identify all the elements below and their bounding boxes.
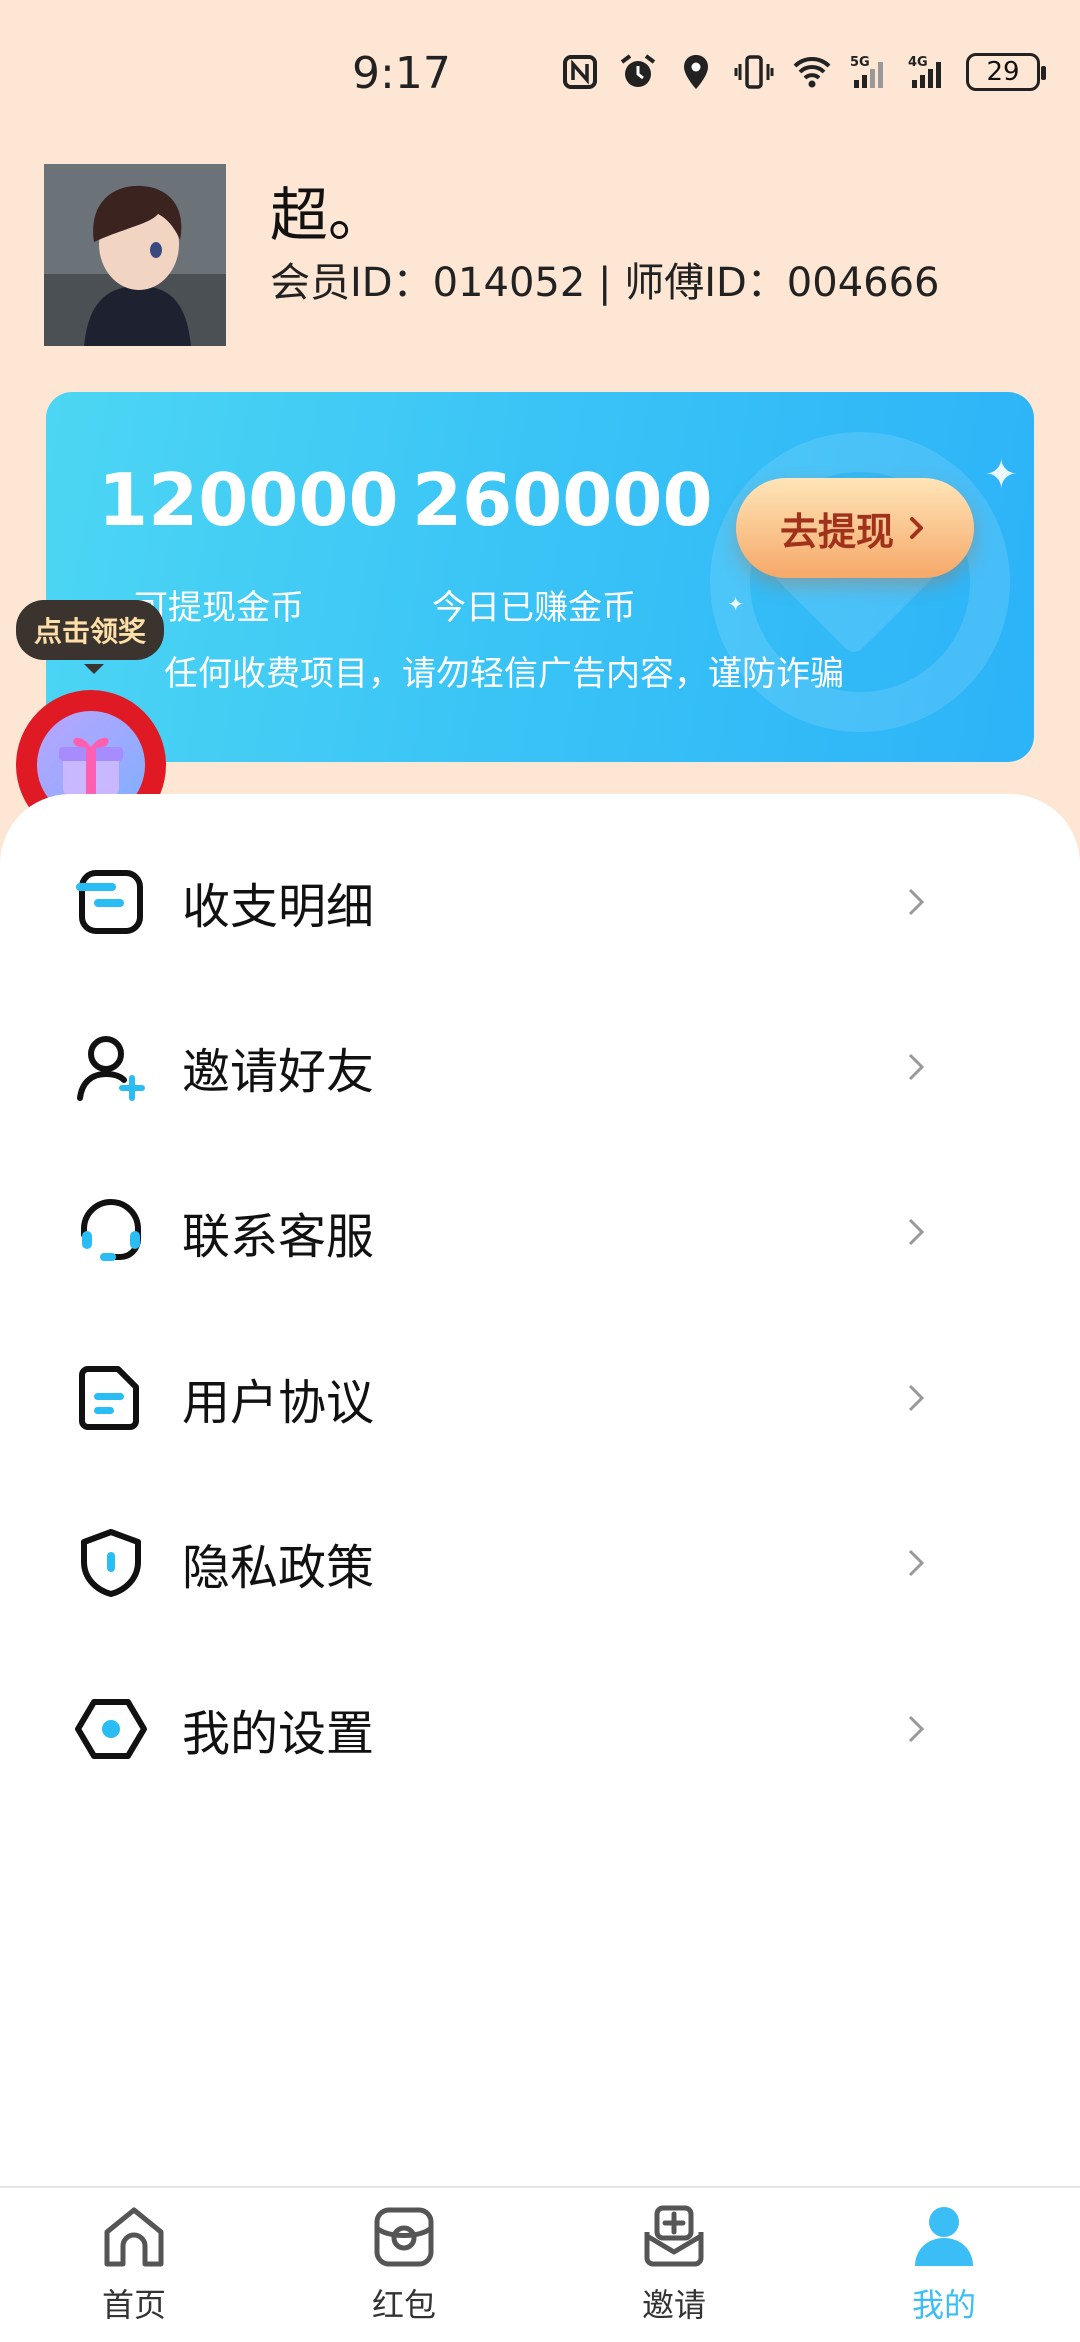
document-icon <box>79 1366 139 1430</box>
chevron-right-icon <box>908 1549 925 1577</box>
red-packet-icon <box>374 2207 434 2267</box>
location-icon <box>684 55 708 89</box>
menu-label: 我的设置 <box>182 1706 375 1762</box>
menu-item-settings[interactable]: 我的设置 <box>0 1647 1080 1811</box>
menu-label: 邀请好友 <box>182 1044 375 1100</box>
avatar-image <box>44 164 226 346</box>
wifi-icon <box>793 56 831 88</box>
member-id-line: 会员ID：014052 | 师傅ID：004666 <box>270 260 940 306</box>
status-time: 9:17 <box>352 48 451 99</box>
today-coins-label: 今日已赚金币 <box>432 588 636 628</box>
menu-item-privacy-policy[interactable]: 隐私政策 <box>0 1481 1080 1645</box>
nav-red-packet[interactable]: 红包 <box>314 2202 494 2332</box>
withdrawable-coins-value: 120000 <box>98 458 399 542</box>
menu-item-customer-service[interactable]: 联系客服 <box>0 1150 1080 1314</box>
coin-card: ✦ ✦ 120000 可提现金币 260000 今日已赚金币 去提现 任何收费项… <box>46 392 1034 762</box>
nav-label: 首页 <box>101 2286 166 2324</box>
menu-item-invite-friends[interactable]: 邀请好友 <box>0 985 1080 1149</box>
withdraw-button-label: 去提现 <box>779 509 894 554</box>
status-bar: 9:17 5G 4G 29 <box>0 0 1080 150</box>
shield-icon <box>81 1529 141 1597</box>
home-icon <box>104 2207 164 2267</box>
anti-fraud-notice: 任何收费项目，请勿轻信广告内容，谨防诈骗 <box>164 654 844 694</box>
chevron-right-icon <box>908 1715 925 1743</box>
sparkle-icon: ✦ <box>984 452 1018 498</box>
chevron-right-icon <box>908 1384 925 1412</box>
settings-icon <box>75 1699 147 1759</box>
signal-4g-icon: 4G <box>908 55 941 88</box>
chevron-right-icon <box>908 1053 925 1081</box>
chevron-right-icon <box>908 1218 925 1246</box>
vibrate-icon <box>734 55 774 89</box>
menu-label: 隐私政策 <box>182 1540 375 1596</box>
profile-icon <box>915 2207 973 2266</box>
nav-invite[interactable]: 邀请 <box>584 2202 764 2332</box>
svg-text:5G: 5G <box>850 55 870 70</box>
bottom-nav: 首页 红包 邀请 我的 <box>0 2186 1080 2342</box>
nav-profile[interactable]: 我的 <box>854 2202 1034 2332</box>
chevron-right-icon <box>910 517 923 539</box>
nickname: 超。 <box>270 181 387 249</box>
sparkle-icon: ✦ <box>727 592 744 616</box>
alarm-icon <box>620 54 656 87</box>
nav-label: 邀请 <box>641 2286 706 2324</box>
battery-indicator: 29 <box>966 53 1046 91</box>
today-coins-value: 260000 <box>412 458 713 542</box>
menu-label: 联系客服 <box>182 1209 375 1265</box>
nfc-icon <box>563 55 597 89</box>
ledger-icon <box>76 870 143 934</box>
nav-home[interactable]: 首页 <box>44 2202 224 2332</box>
add-friend-icon <box>77 1036 145 1101</box>
chevron-right-icon <box>908 888 925 916</box>
svg-text:4G: 4G <box>908 55 928 70</box>
menu-label: 收支明细 <box>182 879 375 935</box>
menu-sheet: 收支明细 邀请好友 联系客服 用户协议 隐私政策 我的设置 <box>0 794 1080 2194</box>
withdraw-button[interactable]: 去提现 <box>736 478 974 578</box>
headset-icon <box>81 1199 141 1261</box>
nav-label: 我的 <box>911 2286 976 2324</box>
invite-icon <box>644 2205 704 2267</box>
reward-tip[interactable]: 点击领奖 <box>16 600 165 674</box>
menu-item-ledger[interactable]: 收支明细 <box>0 820 1080 984</box>
menu-label: 用户协议 <box>182 1375 375 1431</box>
menu-item-user-agreement[interactable]: 用户协议 <box>0 1316 1080 1480</box>
signal-5g-icon: 5G <box>850 55 883 88</box>
avatar[interactable] <box>44 164 226 346</box>
nav-label: 红包 <box>371 2286 436 2324</box>
status-icons: 5G 4G 29 <box>560 52 1046 92</box>
